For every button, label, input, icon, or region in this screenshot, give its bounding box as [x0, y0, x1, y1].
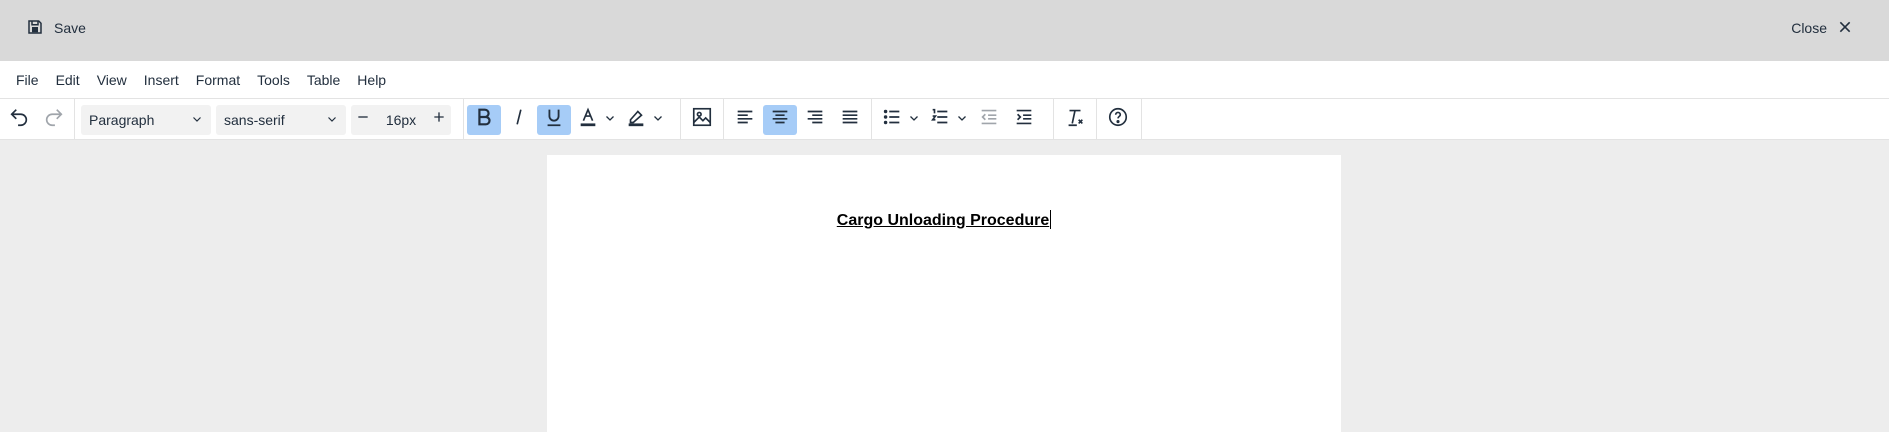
- bullet-list-icon: [881, 106, 903, 133]
- editor-header: Save Close: [0, 0, 1889, 61]
- indent-button[interactable]: [1007, 105, 1041, 135]
- insert-group: [681, 99, 724, 140]
- text-cursor: [1050, 210, 1052, 229]
- menu-help[interactable]: Help: [349, 68, 394, 92]
- menu-view[interactable]: View: [89, 68, 135, 92]
- numbered-list-dropdown[interactable]: [954, 105, 970, 135]
- bullet-list-dropdown[interactable]: [906, 105, 922, 135]
- help-button[interactable]: [1101, 105, 1135, 135]
- save-button[interactable]: Save: [26, 16, 86, 40]
- outdent-icon: [978, 106, 1000, 133]
- save-icon: [26, 18, 44, 39]
- close-label: Close: [1791, 20, 1827, 36]
- chevron-down-icon: [908, 111, 920, 129]
- align-center-button[interactable]: [763, 104, 797, 135]
- indent-icon: [1013, 106, 1035, 133]
- underline-icon: [543, 106, 565, 133]
- close-button[interactable]: Close: [1791, 16, 1853, 40]
- font-size-value[interactable]: 16px: [375, 112, 427, 128]
- font-size-increase-button[interactable]: [427, 105, 451, 135]
- align-left-icon: [734, 106, 756, 133]
- document-heading-text: Cargo Unloading Procedure: [836, 212, 1050, 229]
- help-group: [1097, 99, 1142, 140]
- menu-format[interactable]: Format: [188, 68, 248, 92]
- toolbar: Paragraph sans-serif 16px: [0, 99, 1889, 140]
- redo-button[interactable]: [39, 105, 69, 135]
- align-right-button[interactable]: [798, 105, 832, 135]
- numbered-list-icon: [929, 106, 951, 133]
- menu-edit[interactable]: Edit: [48, 68, 88, 92]
- chevron-down-icon: [956, 111, 968, 129]
- outdent-button[interactable]: [972, 105, 1006, 135]
- italic-icon: [508, 106, 530, 133]
- menubar: File Edit View Insert Format Tools Table…: [0, 61, 1889, 99]
- plus-icon: [431, 109, 447, 130]
- text-color-dropdown[interactable]: [602, 105, 618, 135]
- close-icon: [1837, 19, 1853, 38]
- chevron-down-icon: [604, 111, 616, 129]
- document-heading[interactable]: Cargo Unloading Procedure: [547, 210, 1341, 230]
- menu-tools[interactable]: Tools: [249, 68, 298, 92]
- clear-formatting-icon: [1064, 106, 1086, 133]
- redo-icon: [43, 106, 65, 133]
- align-center-icon: [769, 106, 791, 133]
- insert-image-button[interactable]: [685, 105, 719, 135]
- align-right-icon: [804, 106, 826, 133]
- text-style-group: [464, 99, 681, 140]
- chevron-down-icon: [191, 112, 203, 128]
- highlight-color-button[interactable]: [622, 105, 650, 135]
- font-family-select[interactable]: sans-serif: [216, 104, 346, 135]
- history-group: [0, 99, 75, 140]
- document-page[interactable]: Cargo Unloading Procedure: [547, 155, 1341, 432]
- chevron-down-icon: [326, 112, 338, 128]
- numbered-list-button[interactable]: [926, 105, 954, 135]
- list-group: [872, 99, 1054, 140]
- italic-button[interactable]: [504, 105, 534, 135]
- format-group: Paragraph sans-serif 16px: [75, 99, 464, 140]
- clear-formatting-button[interactable]: [1058, 105, 1092, 135]
- font-family-value: sans-serif: [224, 111, 285, 128]
- save-label: Save: [54, 20, 86, 36]
- alignment-group: [724, 99, 872, 140]
- menu-insert[interactable]: Insert: [136, 68, 187, 92]
- undo-icon: [8, 106, 30, 133]
- align-justify-button[interactable]: [833, 105, 867, 135]
- font-size-decrease-button[interactable]: [351, 105, 375, 135]
- text-color-button[interactable]: [574, 105, 602, 135]
- image-icon: [691, 106, 713, 133]
- menu-file[interactable]: File: [8, 68, 47, 92]
- block-format-value: Paragraph: [89, 111, 155, 128]
- bullet-list-button[interactable]: [878, 105, 906, 135]
- block-format-select[interactable]: Paragraph: [81, 104, 211, 135]
- align-justify-icon: [839, 106, 861, 133]
- menu-table[interactable]: Table: [299, 68, 348, 92]
- clear-group: [1054, 99, 1097, 140]
- text-color-icon: [577, 106, 599, 133]
- chevron-down-icon: [652, 111, 664, 129]
- help-icon: [1107, 106, 1129, 133]
- underline-button[interactable]: [537, 104, 571, 135]
- undo-button[interactable]: [4, 105, 34, 135]
- font-size-stepper: 16px: [351, 104, 451, 135]
- bold-icon: [473, 106, 495, 133]
- align-left-button[interactable]: [728, 105, 762, 135]
- highlighter-icon: [625, 106, 647, 133]
- bold-button[interactable]: [467, 104, 501, 135]
- highlight-color-dropdown[interactable]: [650, 105, 666, 135]
- minus-icon: [355, 109, 371, 130]
